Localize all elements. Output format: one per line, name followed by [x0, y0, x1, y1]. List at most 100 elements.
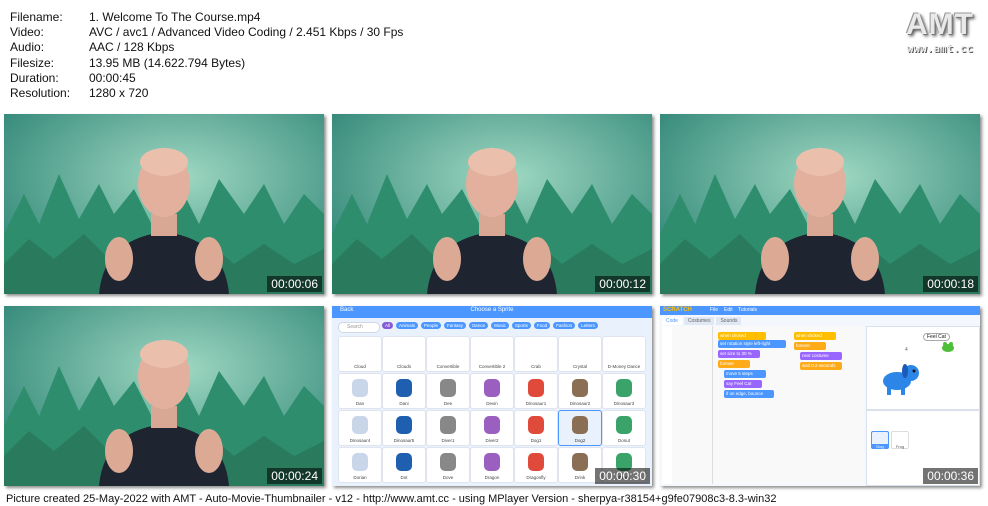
amt-logo: AMT www.amt.cc — [906, 8, 974, 55]
sprite-thumbnail-icon — [440, 453, 456, 471]
sprite-card[interactable]: Dorian — [338, 447, 382, 483]
category-all[interactable]: All — [382, 322, 394, 329]
menu-file[interactable]: File — [710, 307, 718, 313]
category-animals[interactable]: Animals — [396, 322, 419, 329]
code-block[interactable]: say Feel Cat — [724, 380, 762, 388]
search-input[interactable]: Search — [338, 322, 380, 333]
block-categories — [662, 326, 672, 484]
sprite-name: Dinosaur1 — [525, 401, 547, 406]
sprite-name: Dragonfly — [526, 475, 546, 480]
code-block[interactable]: move 5 steps — [724, 370, 766, 378]
code-block[interactable]: when clicked — [794, 332, 836, 340]
sprite-card[interactable]: Convertible 2 — [470, 336, 514, 372]
sprite-card[interactable]: D-Money Dance — [602, 336, 646, 372]
category-music[interactable]: Music — [491, 322, 509, 329]
category-fashion[interactable]: Fashion — [553, 322, 576, 329]
sprite-card[interactable]: Dot — [382, 447, 426, 483]
thumbnail-1[interactable]: 00:00:06 — [4, 114, 324, 294]
video-frame — [660, 114, 980, 294]
sprite-name: Diver1 — [441, 438, 455, 443]
duration-label: Duration: — [10, 70, 59, 85]
video-frame — [4, 114, 324, 294]
category-dance[interactable]: Dance — [469, 322, 489, 329]
sprite-name: D-Money Dance — [607, 364, 641, 369]
category-fantasy[interactable]: Fantasy — [444, 322, 467, 329]
speech-bubble: Feel Cat — [923, 333, 950, 341]
category-people[interactable]: People — [421, 322, 442, 329]
sprite-name: Dan — [355, 401, 365, 406]
thumbnail-4[interactable]: 00:00:24 — [4, 306, 324, 486]
stage-number: 4 — [905, 347, 908, 353]
video-value: AVC / avc1 / Advanced Video Coding / 2.4… — [89, 25, 404, 40]
code-block[interactable]: forever — [794, 342, 826, 350]
sprite-card[interactable]: Dee — [426, 373, 470, 409]
sprite-card[interactable]: Donut — [602, 410, 646, 446]
sprite-thumb-frog[interactable]: Frog — [891, 431, 909, 449]
sprite-card[interactable]: Dinosaur5 — [382, 410, 426, 446]
sprite-thumbnail-icon — [616, 379, 632, 397]
sprite-name: Dog1 — [530, 438, 542, 443]
sprite-card[interactable]: Diver1 — [426, 410, 470, 446]
tab-code[interactable]: Code — [662, 317, 682, 325]
thumbnail-2[interactable]: 00:00:12 — [332, 114, 652, 294]
category-sports[interactable]: Sports — [511, 322, 531, 329]
logo-text: AMT — [906, 8, 974, 41]
sprite-name: Donut — [617, 438, 630, 443]
sprite-card[interactable]: Dog1 — [514, 410, 558, 446]
category-tabs: All Animals People Fantasy Dance Music Sports F… — [382, 322, 598, 329]
sprite-thumb-dog[interactable]: Dog — [871, 431, 889, 449]
thumbnail-5[interactable]: Back Choose a Sprite Search All Animals Pe… — [332, 306, 652, 486]
filesize-label: Filesize: — [10, 55, 55, 70]
thumbnail-3[interactable]: 00:00:18 — [660, 114, 980, 294]
resolution-value: 1280 x 720 — [89, 86, 149, 101]
code-block[interactable]: wait 0.2 seconds — [800, 362, 842, 370]
code-block[interactable]: next costume — [800, 352, 842, 360]
sprite-card[interactable]: Dan — [338, 373, 382, 409]
sprite-card[interactable]: Cloud — [338, 336, 382, 372]
category-food[interactable]: Food — [533, 322, 551, 329]
audio-value: AAC / 128 Kbps — [89, 40, 175, 55]
sprite-card[interactable]: Dragon — [470, 447, 514, 483]
timestamp: 00:00:06 — [267, 276, 322, 292]
sprite-thumbnail-icon — [572, 379, 588, 397]
sprite-name: Clouds — [396, 364, 411, 369]
sprite-name: Dog2 — [574, 438, 586, 443]
sprite-card[interactable]: Dragonfly — [514, 447, 558, 483]
code-block[interactable]: set rotation style left-right — [718, 340, 786, 348]
sprite-thumbnail-icon — [572, 453, 588, 471]
tab-costumes[interactable]: Costumes — [683, 317, 715, 325]
code-block[interactable]: set size to 30 % — [718, 350, 760, 358]
menu-edit[interactable]: Edit — [724, 307, 733, 313]
resolution-label: Resolution: — [10, 86, 71, 101]
sprite-card[interactable]: Dog2 — [558, 410, 602, 446]
category-letters[interactable]: Letters — [578, 322, 598, 329]
sprite-card[interactable]: Dove — [426, 447, 470, 483]
timestamp: 00:00:18 — [923, 276, 978, 292]
sprite-thumbnail-icon — [352, 379, 368, 397]
sprite-card[interactable]: Dinosaur3 — [602, 373, 646, 409]
sprite-card[interactable]: Dinosaur2 — [558, 373, 602, 409]
sprite-thumbnail-icon — [484, 453, 500, 471]
sprite-card[interactable]: Crystal — [558, 336, 602, 372]
sprite-card[interactable]: Dinosaur4 — [338, 410, 382, 446]
sprite-card[interactable]: Dinosaur1 — [514, 373, 558, 409]
code-block[interactable]: when clicked — [718, 332, 766, 340]
sprite-card[interactable]: Devin — [470, 373, 514, 409]
sprite-card[interactable]: Clouds — [382, 336, 426, 372]
sprite-card[interactable]: Crab — [514, 336, 558, 372]
sprite-card[interactable]: Dani — [382, 373, 426, 409]
footer-credit: Picture created 25-May-2022 with AMT - A… — [6, 493, 777, 505]
frog-sprite-icon — [942, 342, 954, 352]
filesize-value: 13.95 MB (14.622.794 Bytes) — [89, 55, 246, 70]
sprite-card[interactable]: Diver2 — [470, 410, 514, 446]
code-block[interactable]: forever — [718, 360, 750, 368]
timestamp: 00:00:24 — [267, 468, 322, 484]
tab-sounds[interactable]: Sounds — [716, 317, 742, 325]
thumbnail-6[interactable]: SCRATCH File Edit Tutorials Code Costume… — [660, 306, 980, 486]
menu-tutorials[interactable]: Tutorials — [738, 307, 757, 313]
code-block[interactable]: if on edge, bounce — [724, 390, 774, 398]
video-frame — [4, 306, 324, 486]
sprite-name: Dinosaur3 — [613, 401, 635, 406]
sprite-card[interactable]: Convertible — [426, 336, 470, 372]
sprite-name: Cloud — [354, 364, 366, 369]
